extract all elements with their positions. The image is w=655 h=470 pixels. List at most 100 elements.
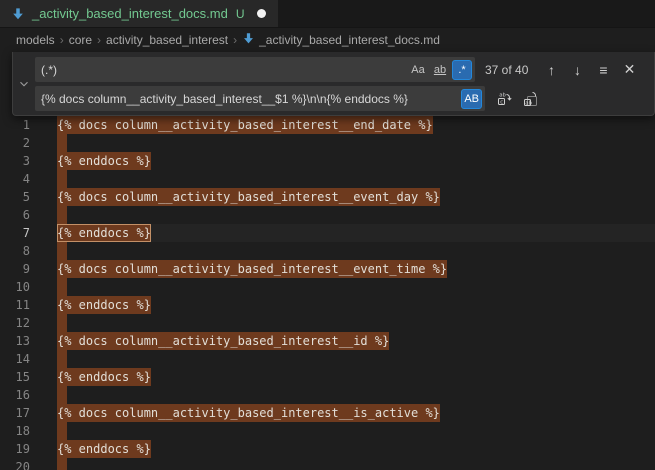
gutter-gap — [30, 188, 57, 206]
line-number: 20 — [0, 458, 30, 470]
code-line-5[interactable]: 5{% docs column__activity_based_interest… — [0, 188, 655, 206]
close-find-widget-button[interactable]: ✕ — [619, 59, 640, 80]
arrow-up-icon: ↑ — [548, 62, 555, 78]
replace-input-box: AB — [35, 86, 485, 111]
search-match-highlight — [57, 350, 67, 368]
toggle-replace-button[interactable] — [13, 52, 35, 115]
code-line-15[interactable]: 15{% enddocs %} — [0, 368, 655, 386]
tab-bar: _activity_based_interest_docs.md U — [0, 0, 655, 28]
line-content — [57, 278, 655, 296]
gutter-gap — [30, 260, 57, 278]
code-line-19[interactable]: 19{% enddocs %} — [0, 440, 655, 458]
line-content — [57, 350, 655, 368]
gutter-gap — [30, 296, 57, 314]
next-match-button[interactable]: ↓ — [567, 59, 588, 80]
replace-icon: ab c — [496, 91, 512, 107]
line-number: 3 — [0, 152, 30, 170]
gutter-gap — [30, 332, 57, 350]
line-content: {% enddocs %} — [57, 440, 655, 458]
search-match-highlight: {% docs column__activity_based_interest_… — [57, 404, 440, 422]
line-number: 2 — [0, 134, 30, 152]
code-line-14[interactable]: 14 — [0, 350, 655, 368]
line-content — [57, 458, 655, 470]
find-replace-widget: Aa ab .* 37 of 40 ↑ ↓ ≡ ✕ — [12, 52, 655, 116]
code-line-9[interactable]: 9{% docs column__activity_based_interest… — [0, 260, 655, 278]
svg-text:ab: ab — [499, 92, 506, 98]
code-line-7[interactable]: 7 {% enddocs %} — [0, 224, 655, 242]
gutter-gap — [30, 278, 57, 296]
match-case-button[interactable]: Aa — [408, 60, 428, 80]
search-match-highlight: {% docs column__activity_based_interest_… — [57, 188, 440, 206]
line-number: 1 — [0, 116, 30, 134]
line-content — [57, 314, 655, 332]
line-number: 4 — [0, 170, 30, 188]
code-line-16[interactable]: 16 — [0, 386, 655, 404]
line-number: 12 — [0, 314, 30, 332]
replace-input[interactable] — [35, 86, 461, 111]
search-match-highlight — [57, 422, 67, 440]
unsaved-changes-dot[interactable] — [257, 9, 266, 18]
svg-text:ab: ab — [525, 100, 532, 106]
line-content: {% enddocs %} — [57, 368, 655, 386]
line-number: 9 — [0, 260, 30, 278]
line-content: {% enddocs %} — [57, 224, 655, 242]
line-number: 11 — [0, 296, 30, 314]
whole-word-button[interactable]: ab — [430, 60, 450, 80]
code-line-1[interactable]: 1 {% docs column__activity_based_interest… — [0, 116, 655, 134]
regex-button[interactable]: .* — [452, 60, 472, 80]
find-input[interactable] — [35, 57, 408, 82]
line-number: 13 — [0, 332, 30, 350]
line-content — [57, 242, 655, 260]
code-line-17[interactable]: 17 {% docs column__activity_based_interes… — [0, 404, 655, 422]
code-line-20[interactable]: 20 — [0, 458, 655, 470]
replace-button[interactable]: ab c — [493, 88, 514, 109]
code-line-13[interactable]: 13{% docs column__activity_based_interes… — [0, 332, 655, 350]
breadcrumb-item-core[interactable]: core — [69, 33, 92, 47]
code-line-2[interactable]: 2 — [0, 134, 655, 152]
code-line-8[interactable]: 8 — [0, 242, 655, 260]
code-line-6[interactable]: 6 — [0, 206, 655, 224]
chevron-right-icon: › — [60, 33, 64, 47]
gutter-gap — [30, 224, 57, 242]
selection-lines-icon: ≡ — [599, 62, 607, 78]
line-content — [57, 206, 655, 224]
markdown-icon — [242, 32, 255, 48]
find-row: Aa ab .* 37 of 40 ↑ ↓ ≡ ✕ — [35, 57, 646, 82]
preserve-case-button[interactable]: AB — [461, 89, 482, 109]
breadcrumb-item-file[interactable]: _activity_based_interest_docs.md — [242, 32, 440, 48]
search-match-highlight — [57, 170, 67, 188]
code-line-4[interactable]: 4 — [0, 170, 655, 188]
gutter-gap — [30, 134, 57, 152]
replace-all-button[interactable]: ab — [520, 88, 541, 109]
code-line-12[interactable]: 12 — [0, 314, 655, 332]
gutter-gap — [30, 242, 57, 260]
gutter-gap — [30, 206, 57, 224]
line-content — [57, 134, 655, 152]
replace-all-icon: ab — [523, 91, 539, 107]
previous-match-button[interactable]: ↑ — [541, 59, 562, 80]
search-match-highlight — [57, 134, 67, 152]
breadcrumb-item-activity-based-interest[interactable]: activity_based_interest — [106, 33, 228, 47]
search-match-highlight: {% docs column__activity_based_interest_… — [57, 116, 433, 134]
line-number: 17 — [0, 404, 30, 422]
gutter-gap — [30, 368, 57, 386]
git-status-badge: U — [236, 7, 245, 21]
search-match-highlight: {% enddocs %} — [57, 440, 151, 458]
code-line-18[interactable]: 18 — [0, 422, 655, 440]
code-line-10[interactable]: 10 — [0, 278, 655, 296]
gutter-gap — [30, 314, 57, 332]
code-line-11[interactable]: 11{% enddocs %} — [0, 296, 655, 314]
breadcrumb-item-models[interactable]: models — [16, 33, 55, 47]
line-number: 7 — [0, 224, 30, 242]
find-in-selection-button[interactable]: ≡ — [593, 59, 614, 80]
editor-tab[interactable]: _activity_based_interest_docs.md U — [0, 0, 278, 27]
find-results-count: 37 of 40 — [485, 63, 528, 77]
code-line-3[interactable]: 3{% enddocs %} — [0, 152, 655, 170]
tab-filename: _activity_based_interest_docs.md — [32, 6, 228, 21]
line-content — [57, 422, 655, 440]
line-content — [57, 170, 655, 188]
line-content — [57, 386, 655, 404]
breadcrumb: models › core › activity_based_interest … — [0, 28, 655, 52]
gutter-gap — [30, 422, 57, 440]
line-number: 16 — [0, 386, 30, 404]
